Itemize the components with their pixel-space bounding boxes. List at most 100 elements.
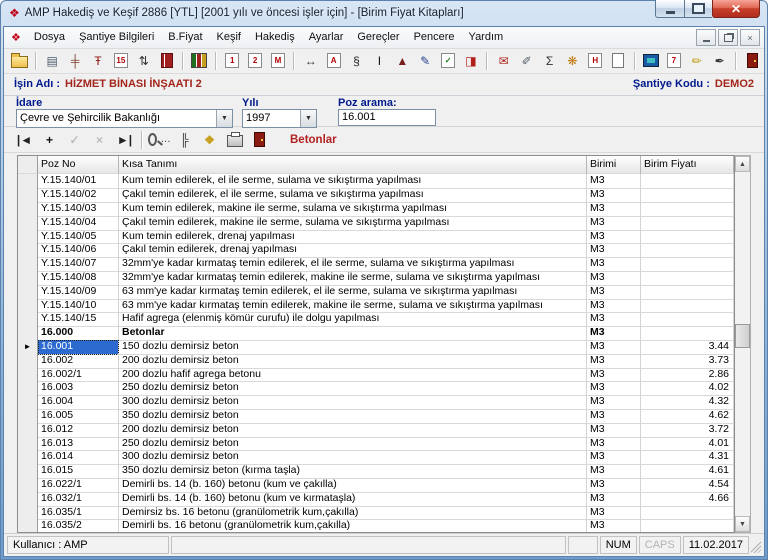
cell-poz-no[interactable]: Y.15.140/03 <box>38 202 119 217</box>
monitor-icon[interactable] <box>640 49 663 72</box>
cell-kisa-tanimi[interactable]: 32mm'ye kadar kırmataş temin edilerek, m… <box>119 271 587 286</box>
cell-kisa-tanimi[interactable]: Çakıl temin edilerek, makine ile serme, … <box>119 216 587 231</box>
cell-birimi[interactable]: M3 <box>587 437 641 452</box>
cell-birimi[interactable]: M3 <box>587 409 641 424</box>
cell-birim-fiyati[interactable]: 4.66 <box>641 492 734 507</box>
row-gutter[interactable] <box>18 409 38 424</box>
last-record-icon[interactable]: ►| <box>112 129 137 151</box>
table-row[interactable]: 16.002200 dozlu demirsiz betonM33.73 <box>18 354 734 368</box>
cell-kisa-tanimi[interactable]: Çakıl temin edilerek, el ile serme, sula… <box>119 188 587 203</box>
menu-item-4[interactable]: Hakediş <box>248 29 302 45</box>
cell-poz-no[interactable]: 16.012 <box>38 423 119 438</box>
row-gutter[interactable] <box>18 299 38 314</box>
cell-birimi[interactable]: M3 <box>587 216 641 231</box>
cell-kisa-tanimi[interactable]: Kum temin edilerek, makine ile serme, su… <box>119 202 587 217</box>
table-row[interactable]: 16.022/1Demirli bs. 14 (b. 160) betonu (… <box>18 478 734 492</box>
row-gutter[interactable] <box>18 202 38 217</box>
table-row[interactable]: Y.15.140/0963 mm'ye kadar kırmataş temin… <box>18 285 734 299</box>
table-row[interactable]: 16.000BetonlarM3 <box>18 326 734 340</box>
cell-birim-fiyati[interactable]: 3.44 <box>641 340 734 355</box>
column-header-1[interactable]: Poz No <box>38 156 119 174</box>
cell-birimi[interactable]: M3 <box>587 188 641 203</box>
cell-poz-no[interactable]: 16.002/1 <box>38 368 119 383</box>
row-gutter[interactable] <box>18 437 38 452</box>
first-record-icon[interactable]: |◄ <box>12 129 37 151</box>
cell-poz-no[interactable]: Y.15.140/07 <box>38 257 119 272</box>
add-record-icon[interactable]: + <box>37 129 62 151</box>
exit-grid-icon[interactable] <box>247 129 272 151</box>
row-gutter[interactable] <box>18 243 38 258</box>
cell-birim-fiyati[interactable] <box>641 326 734 341</box>
cell-birimi[interactable]: M3 <box>587 174 641 189</box>
mdi-restore-button[interactable] <box>718 29 738 46</box>
yili-combobox[interactable]: 1997 ▼ <box>242 109 317 128</box>
cell-kisa-tanimi[interactable]: 200 dozlu hafif agrega betonu <box>119 368 587 383</box>
ink-pen-icon[interactable]: ✎ <box>414 49 437 72</box>
toggle-red-icon[interactable]: ◨ <box>460 49 483 72</box>
cell-poz-no[interactable]: Y.15.140/06 <box>38 243 119 258</box>
cell-poz-no[interactable]: 16.035/2 <box>38 519 119 533</box>
cell-poz-no[interactable]: 16.000 <box>38 326 119 341</box>
cell-poz-no[interactable]: 16.004 <box>38 395 119 410</box>
cell-birimi[interactable]: M3 <box>587 492 641 507</box>
scrollbar-track[interactable] <box>735 172 750 516</box>
idare-combobox[interactable]: Çevre ve Şehircilik Bakanlığı ▼ <box>16 109 233 128</box>
row-gutter[interactable] <box>18 478 38 493</box>
table-row[interactable]: 16.013250 dozlu demirsiz betonM34.01 <box>18 437 734 451</box>
cell-birim-fiyati[interactable]: 4.61 <box>641 464 734 479</box>
mound-icon[interactable]: ▲ <box>391 49 414 72</box>
cell-birim-fiyati[interactable] <box>641 519 734 533</box>
cell-poz-no[interactable]: Y.15.140/08 <box>38 271 119 286</box>
cell-birimi[interactable]: M3 <box>587 230 641 245</box>
signature-icon[interactable]: ✒ <box>708 49 731 72</box>
cell-poz-no[interactable]: 16.015 <box>38 464 119 479</box>
menu-item-8[interactable]: Yardım <box>462 29 511 45</box>
cell-poz-no[interactable]: 16.003 <box>38 381 119 396</box>
cell-birim-fiyati[interactable]: 4.01 <box>641 437 734 452</box>
cell-birim-fiyati[interactable] <box>641 230 734 245</box>
book-m-icon[interactable]: M <box>267 49 290 72</box>
row-gutter[interactable] <box>18 519 38 533</box>
row-gutter[interactable] <box>18 506 38 521</box>
table-row[interactable]: 16.012200 dozlu demirsiz betonM33.72 <box>18 423 734 437</box>
cell-birim-fiyati[interactable] <box>641 506 734 521</box>
mdi-close-button[interactable]: × <box>740 29 760 46</box>
table-row[interactable]: Y.15.140/0832mm'ye kadar kırmataş temin … <box>18 271 734 285</box>
cell-birim-fiyati[interactable]: 2.86 <box>641 368 734 383</box>
cell-birimi[interactable]: M3 <box>587 243 641 258</box>
menu-item-0[interactable]: Dosya <box>27 29 72 45</box>
cell-kisa-tanimi[interactable]: 350 dozlu demirsiz beton <box>119 409 587 424</box>
cell-birim-fiyati[interactable]: 4.02 <box>641 381 734 396</box>
table-row[interactable]: Y.15.140/04Çakıl temin edilerek, makine … <box>18 216 734 230</box>
cell-poz-no[interactable]: 16.022/1 <box>38 478 119 493</box>
cell-birim-fiyati[interactable]: 4.54 <box>641 478 734 493</box>
cell-birim-fiyati[interactable] <box>641 243 734 258</box>
row-gutter[interactable] <box>18 423 38 438</box>
cell-birim-fiyati[interactable] <box>641 202 734 217</box>
cell-poz-no[interactable]: Y.15.140/01 <box>38 174 119 189</box>
row-gutter[interactable] <box>18 450 38 465</box>
table-row[interactable]: Y.15.140/06Çakıl temin edilerek, drenaj … <box>18 243 734 257</box>
cell-birimi[interactable]: M3 <box>587 506 641 521</box>
split-records-icon[interactable]: ╪ <box>64 49 87 72</box>
row-gutter[interactable] <box>18 381 38 396</box>
cell-birim-fiyati[interactable] <box>641 271 734 286</box>
cell-birim-fiyati[interactable] <box>641 299 734 314</box>
site-card-icon[interactable]: ▤ <box>41 49 64 72</box>
exit-door-icon[interactable] <box>741 49 764 72</box>
cell-birim-fiyati[interactable] <box>641 174 734 189</box>
cell-birimi[interactable]: M3 <box>587 368 641 383</box>
cell-birim-fiyati[interactable]: 3.72 <box>641 423 734 438</box>
row-gutter[interactable] <box>18 326 38 341</box>
cancel-icon[interactable]: × <box>87 129 112 151</box>
cell-poz-no[interactable]: 16.002 <box>38 354 119 369</box>
table-row[interactable]: 16.015350 dozlu demirsiz beton (kırma ta… <box>18 464 734 478</box>
cell-poz-no[interactable]: Y.15.140/09 <box>38 285 119 300</box>
scroll-down-icon[interactable]: ▼ <box>735 516 750 532</box>
cell-poz-no[interactable]: Y.15.140/15 <box>38 312 119 327</box>
calendar-15-icon[interactable]: 15 <box>109 49 132 72</box>
cell-kisa-tanimi[interactable]: Betonlar <box>119 326 587 341</box>
calendar-7-icon[interactable]: 7 <box>662 49 685 72</box>
column-header-2[interactable]: Kısa Tanımı <box>119 156 587 174</box>
table-row[interactable]: Y.15.140/01Kum temin edilerek, el ile se… <box>18 174 734 188</box>
